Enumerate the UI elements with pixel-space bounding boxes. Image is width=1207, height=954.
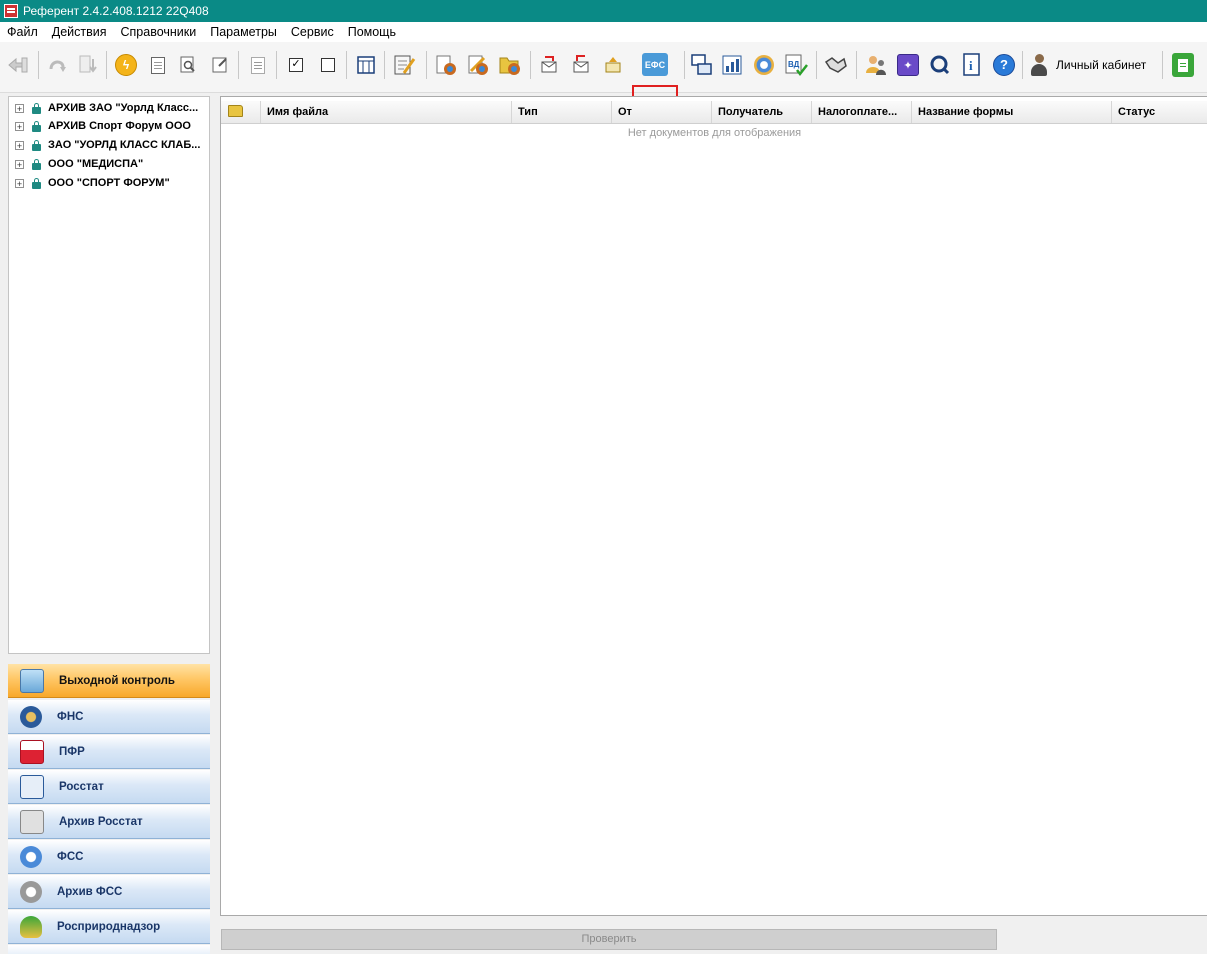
pfr-emblem-icon	[20, 739, 44, 764]
lock-icon	[32, 139, 41, 151]
menu-actions[interactable]: Действия	[45, 25, 114, 39]
document-icon[interactable]	[146, 53, 170, 77]
personal-cabinet-label: Личный кабинет	[1056, 58, 1147, 72]
column-status[interactable]: Статус	[1112, 101, 1207, 123]
vd-check-icon[interactable]: ВД	[784, 53, 808, 77]
search-q-icon[interactable]	[928, 53, 952, 77]
preview-icon[interactable]	[176, 53, 200, 77]
users-icon[interactable]	[864, 53, 888, 77]
lock-icon	[32, 120, 41, 132]
tree-item[interactable]: + АРХИВ Спорт Форум ООО	[9, 117, 191, 135]
nav-rosstat[interactable]: Росстат	[8, 770, 210, 804]
menu-file[interactable]: Файл	[0, 25, 45, 39]
lock-icon	[32, 102, 41, 114]
windows-icon[interactable]	[690, 53, 714, 77]
column-recipient[interactable]: Получатель	[712, 101, 812, 123]
rosstat-chart-icon	[20, 774, 44, 799]
lock-icon	[32, 158, 41, 170]
tree-item[interactable]: + ЗАО "УОРЛД КЛАСС КЛАБ...	[9, 136, 200, 154]
app-icon	[4, 4, 18, 18]
svg-text:i: i	[969, 58, 973, 73]
window-title: Референт 2.4.2.408.1212 22Q408	[23, 4, 209, 18]
statistics-icon[interactable]	[720, 53, 744, 77]
personal-cabinet-button[interactable]: Личный кабинет	[1030, 53, 1146, 77]
lightning-icon[interactable]: ϟ	[114, 53, 138, 77]
tree-item[interactable]: + ООО "СПОРТ ФОРУМ"	[9, 174, 170, 192]
nav-fss[interactable]: ФСС	[8, 840, 210, 874]
menu-help[interactable]: Помощь	[341, 25, 403, 39]
edit-icon[interactable]	[208, 53, 232, 77]
nav-pfr[interactable]: ПФР	[8, 735, 210, 769]
person-icon	[1030, 54, 1048, 76]
fss-emblem-icon	[20, 845, 42, 868]
fns-emblem-icon	[20, 705, 42, 728]
organization-tree: + АРХИВ ЗАО "Уорлд Класс... + АРХИВ Спор…	[8, 96, 210, 654]
expand-icon[interactable]: +	[15, 159, 24, 169]
emblem-icon[interactable]	[752, 53, 776, 77]
tree-item-label: ЗАО "УОРЛД КЛАСС КЛАБ...	[48, 139, 201, 151]
toolbar: ϟ ✓ ЕФС ВД ✦ i ? Личный кабинет	[0, 42, 1207, 128]
checklist-edit-icon[interactable]	[392, 53, 416, 77]
green-document-icon[interactable]	[1172, 53, 1194, 77]
grid-header: Имя файла Тип От Получатель Налогоплате.…	[221, 101, 1207, 124]
tree-item-label: ООО "СПОРТ ФОРУМ"	[48, 177, 170, 189]
import-arrow-icon[interactable]	[6, 53, 30, 77]
folder-icon	[228, 105, 243, 117]
column-from[interactable]: От	[612, 101, 712, 123]
handshake-icon[interactable]	[824, 53, 848, 77]
menu-bar: Файл Действия Справочники Параметры Серв…	[0, 22, 1207, 42]
nav-archive-fss[interactable]: Архив ФСС	[8, 875, 210, 909]
tree-item[interactable]: + АРХИВ ЗАО "Уорлд Класс...	[9, 99, 198, 117]
column-folder[interactable]	[221, 101, 261, 123]
tree-item-label: АРХИВ ЗАО "Уорлд Класс...	[48, 102, 199, 114]
nav-next-partial[interactable]	[8, 945, 210, 954]
check-all-icon[interactable]: ✓	[284, 53, 308, 77]
documents-grid: Имя файла Тип От Получатель Налогоплате.…	[220, 96, 1207, 916]
column-form-name[interactable]: Название формы	[912, 101, 1112, 123]
expand-icon[interactable]: +	[15, 103, 24, 113]
menu-references[interactable]: Справочники	[114, 25, 204, 39]
navigation-panel: Выходной контроль ФНС ПФР Росстат Архив …	[8, 664, 210, 954]
lock-icon	[32, 177, 41, 189]
archive-rosstat-icon	[20, 809, 44, 834]
check-button[interactable]: Проверить	[221, 929, 997, 950]
column-file-name[interactable]: Имя файла	[261, 101, 512, 123]
menu-service[interactable]: Сервис	[284, 25, 341, 39]
undo-icon[interactable]	[46, 53, 70, 77]
tree-item-label: АРХИВ Спорт Форум ООО	[48, 120, 191, 132]
inbox-icon[interactable]	[570, 53, 594, 77]
columns-icon[interactable]	[354, 53, 378, 77]
monitor-icon	[20, 668, 44, 693]
svg-text:ВД: ВД	[788, 60, 800, 69]
nav-archive-rosstat[interactable]: Архив Росстат	[8, 805, 210, 839]
archive-fss-icon	[20, 880, 42, 903]
nav-rosprirodnadzor[interactable]: Росприроднадзор	[8, 910, 210, 944]
title-bar: Референт 2.4.2.408.1212 22Q408	[0, 0, 1207, 22]
puzzle-icon[interactable]: ✦	[896, 53, 920, 77]
download-doc-icon[interactable]	[76, 53, 100, 77]
send-request-icon[interactable]	[434, 53, 458, 77]
mail-yellow-icon[interactable]	[602, 53, 626, 77]
sign-document-icon[interactable]	[466, 53, 490, 77]
column-taxpayer[interactable]: Налогоплате...	[812, 101, 912, 123]
help-icon[interactable]: ?	[992, 53, 1016, 77]
new-document-icon[interactable]	[246, 53, 270, 77]
expand-icon[interactable]: +	[15, 140, 24, 150]
tree-item-label: ООО "МЕДИСПА"	[48, 158, 144, 170]
uncheck-all-icon[interactable]	[316, 53, 340, 77]
nav-fns[interactable]: ФНС	[8, 700, 210, 734]
expand-icon[interactable]: +	[15, 121, 24, 131]
outbox-icon[interactable]	[538, 53, 562, 77]
archive-folder-icon[interactable]	[498, 53, 522, 77]
rosprirodnadzor-emblem-icon	[20, 915, 42, 938]
tree-item[interactable]: + ООО "МЕДИСПА"	[9, 155, 143, 173]
nav-output-control[interactable]: Выходной контроль	[8, 664, 210, 698]
menu-parameters[interactable]: Параметры	[203, 25, 284, 39]
expand-icon[interactable]: +	[15, 178, 24, 188]
empty-message: Нет документов для отображения	[627, 127, 802, 139]
column-type[interactable]: Тип	[512, 101, 612, 123]
efs-button[interactable]: ЕФС	[642, 53, 668, 76]
info-icon[interactable]: i	[960, 53, 984, 77]
